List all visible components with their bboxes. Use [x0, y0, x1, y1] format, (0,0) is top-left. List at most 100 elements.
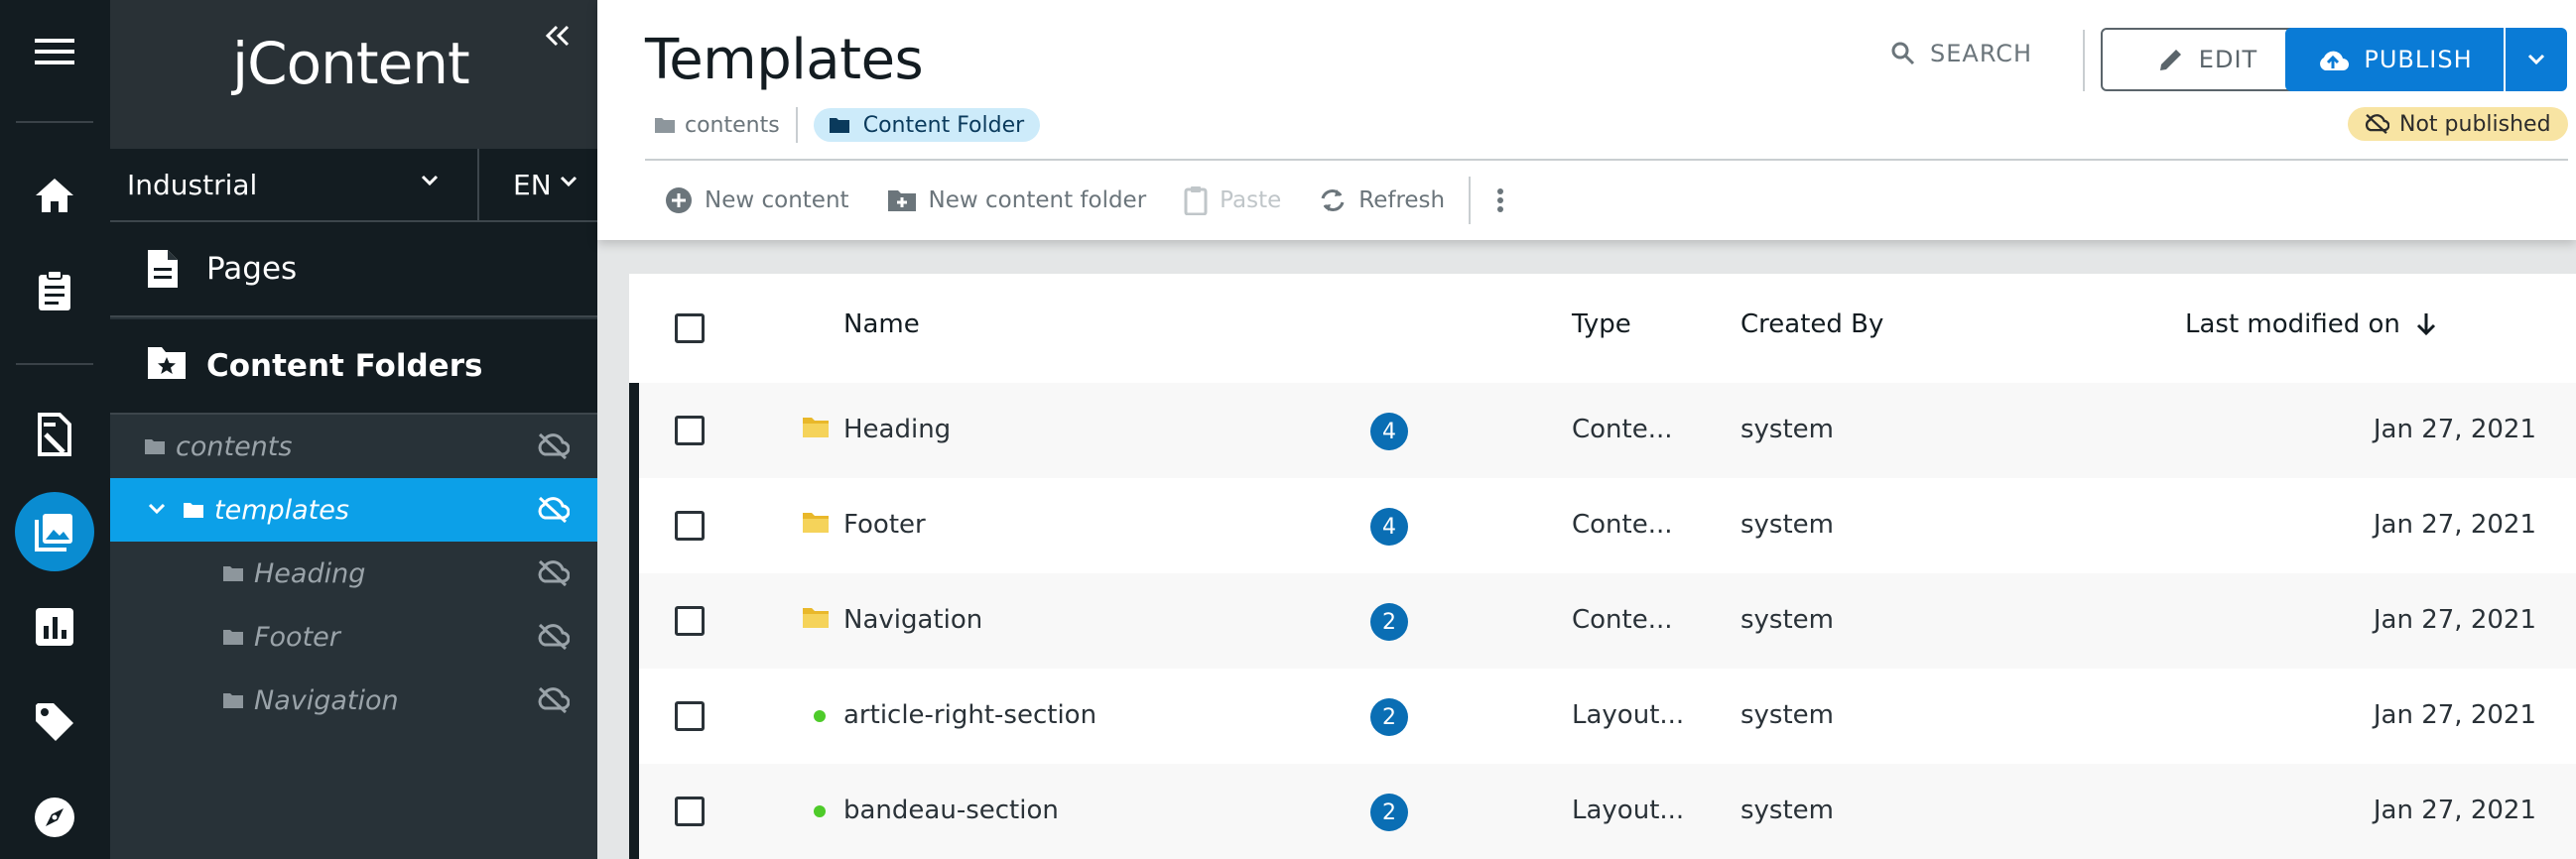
row-last-modified: Jan 27, 2021: [2373, 605, 2536, 635]
refresh-icon: [1319, 186, 1347, 214]
row-checkbox[interactable]: [675, 606, 705, 636]
row-last-modified: Jan 27, 2021: [2373, 510, 2536, 540]
menu-button[interactable]: [15, 12, 94, 91]
tree-item-contents[interactable]: contents: [110, 415, 597, 478]
content-editor-button[interactable]: [15, 395, 94, 474]
refresh-label: Refresh: [1358, 187, 1446, 213]
edit-button[interactable]: EDIT: [2101, 28, 2314, 91]
column-header-name[interactable]: Name: [843, 309, 920, 339]
tree-item-label: templates: [214, 494, 349, 526]
media-button[interactable]: [15, 492, 94, 571]
rail-divider: [16, 363, 93, 365]
breadcrumb-item-current[interactable]: Content Folder: [813, 108, 1041, 142]
column-header-created-by[interactable]: Created By: [1740, 309, 1883, 339]
select-all-checkbox[interactable]: [675, 313, 705, 343]
collapse-nav-button[interactable]: [542, 20, 574, 52]
toolbar-divider: [1469, 177, 1472, 224]
more-actions-button[interactable]: [1496, 187, 1504, 213]
table-row[interactable]: Navigation Conte... system Jan 27, 2021 2: [639, 573, 2576, 669]
add-circle-icon: [665, 186, 693, 214]
paste-button[interactable]: Paste: [1184, 185, 1281, 215]
content-header: Templates SEARCH EDIT PUBLISH contents C…: [597, 0, 2576, 240]
folder-icon: [655, 117, 675, 133]
content-editor-icon: [34, 413, 75, 456]
tree-item-footer[interactable]: Footer: [110, 605, 597, 669]
edit-button-label: EDIT: [2198, 46, 2258, 73]
chevron-down-icon: [420, 174, 440, 187]
refresh-button[interactable]: Refresh: [1319, 186, 1445, 214]
table-row[interactable]: Heading Conte... system Jan 27, 2021 4: [639, 383, 2576, 478]
row-last-modified: Jan 27, 2021: [2373, 415, 2536, 444]
table-row[interactable]: Footer Conte... system Jan 27, 2021 4: [639, 478, 2576, 573]
new-content-label: New content: [705, 187, 849, 213]
accordion-pages[interactable]: Pages: [110, 222, 597, 317]
publish-button[interactable]: PUBLISH: [2285, 28, 2504, 91]
accordion-content-folders[interactable]: Content Folders: [110, 319, 597, 415]
row-last-modified: Jan 27, 2021: [2373, 700, 2536, 730]
tree-item-templates[interactable]: templates: [110, 478, 597, 542]
rail-divider: [16, 121, 93, 123]
tree-item-label: Heading: [254, 557, 366, 589]
secondary-nav: jContent Industrial EN Pages Content Fol…: [110, 0, 597, 859]
site-language-selectors: Industrial EN: [110, 149, 597, 222]
publish-menu-button[interactable]: [2506, 28, 2567, 91]
breadcrumb-divider: [795, 107, 798, 143]
usage-count-badge: 4: [1370, 508, 1408, 546]
breadcrumb-item-contents[interactable]: contents: [655, 113, 780, 138]
media-icon: [35, 512, 74, 552]
row-created-by: system: [1740, 415, 1834, 444]
site-selector[interactable]: Industrial: [110, 149, 479, 220]
status-badge-label: Not published: [2399, 111, 2551, 137]
usage-count-badge: 2: [1370, 603, 1408, 641]
analytics-button[interactable]: [15, 587, 94, 667]
folder-icon: [802, 510, 830, 534]
table-header: Name Type Created By Last modified on: [629, 274, 2576, 383]
row-checkbox[interactable]: [675, 797, 705, 826]
search-button[interactable]: SEARCH: [1890, 40, 2032, 67]
tags-button[interactable]: [15, 682, 94, 762]
tree-item-label: Navigation: [254, 684, 399, 716]
double-chevron-left-icon: [545, 25, 571, 47]
usage-count-badge: 2: [1370, 794, 1408, 831]
more-vertical-icon: [1496, 187, 1504, 213]
cloud-off-icon: [536, 686, 570, 714]
row-type: Conte...: [1572, 510, 1673, 540]
page-icon: [146, 248, 180, 290]
tree-item-label: contents: [176, 430, 293, 462]
row-name: Navigation: [843, 605, 983, 635]
tree-item-navigation[interactable]: Navigation: [110, 669, 597, 732]
chevron-down-icon: [2526, 53, 2546, 66]
chevron-down-icon[interactable]: [148, 502, 166, 516]
column-header-type[interactable]: Type: [1572, 309, 1631, 339]
row-type: Layout...: [1572, 796, 1685, 825]
analytics-icon: [36, 608, 73, 646]
selection-accent-bar: [629, 383, 639, 859]
arrow-down-icon[interactable]: [2415, 311, 2437, 337]
content-toolbar: New content New content folder Paste Ref…: [665, 177, 1542, 224]
language-selector[interactable]: EN: [481, 149, 597, 220]
table-row[interactable]: bandeau-section Layout... system Jan 27, 20…: [639, 764, 2576, 859]
table-row[interactable]: article-right-section Layout... system Jan …: [639, 669, 2576, 764]
tree-item-heading[interactable]: Heading: [110, 542, 597, 605]
tree-item-label: Footer: [254, 621, 340, 653]
chevron-down-icon: [560, 176, 578, 187]
row-created-by: system: [1740, 700, 1834, 730]
accordion-pages-label: Pages: [206, 251, 298, 287]
row-checkbox[interactable]: [675, 701, 705, 731]
home-button[interactable]: [15, 156, 94, 235]
new-content-folder-button[interactable]: New content folder: [887, 187, 1147, 213]
compass-icon: [34, 797, 75, 838]
jcontent-tasks-button[interactable]: [15, 251, 94, 330]
explore-button[interactable]: [15, 778, 94, 857]
folder-icon: [145, 438, 165, 454]
secnav-header: jContent: [110, 0, 597, 149]
row-name: article-right-section: [843, 700, 1097, 730]
column-header-last-modified[interactable]: Last modified on: [2185, 309, 2400, 339]
row-checkbox[interactable]: [675, 416, 705, 445]
cloud-off-icon: [536, 496, 570, 524]
page-title: Templates: [645, 28, 924, 92]
new-content-button[interactable]: New content: [665, 186, 849, 214]
primary-nav-rail: [0, 0, 110, 859]
new-content-folder-label: New content folder: [928, 187, 1147, 213]
row-checkbox[interactable]: [675, 511, 705, 541]
